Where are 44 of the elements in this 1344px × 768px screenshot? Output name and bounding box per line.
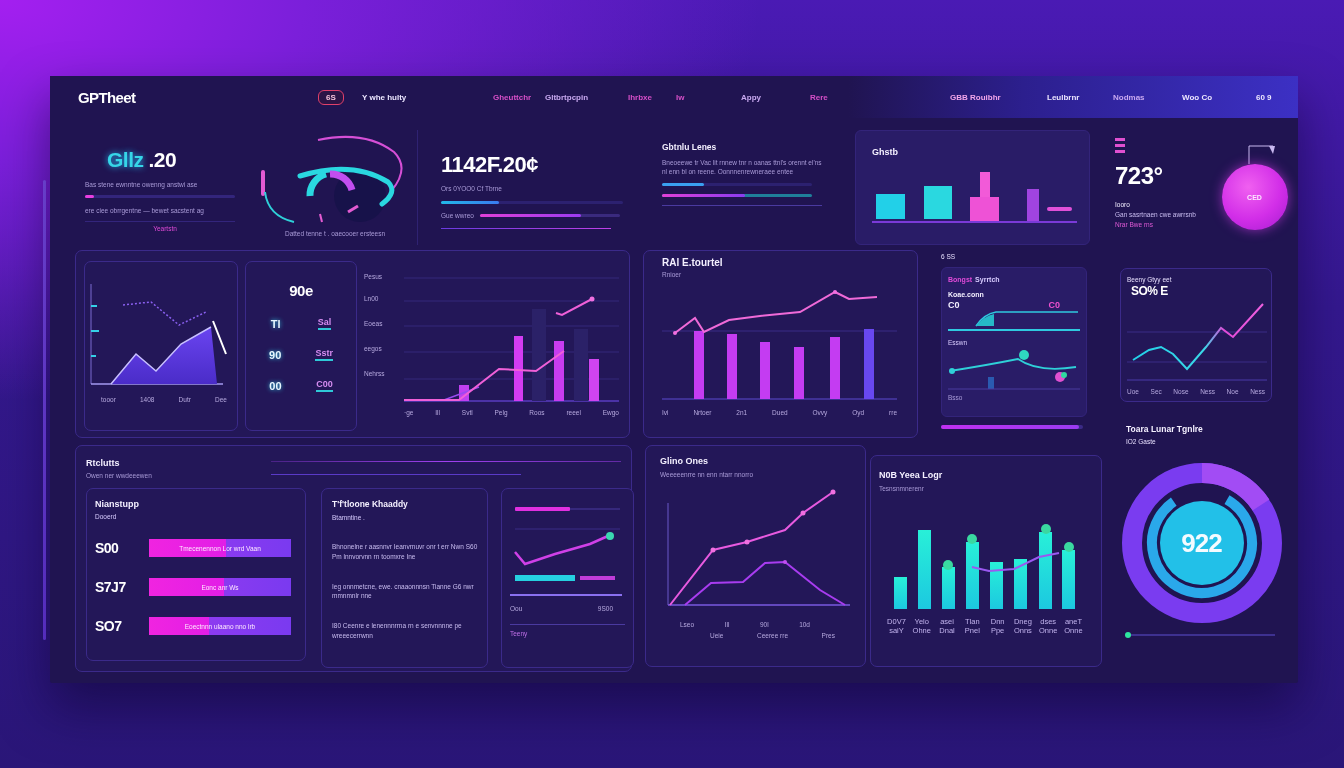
value-prefix: Gllz	[107, 148, 144, 172]
card-title: Glino Ones	[660, 456, 709, 466]
nav-link[interactable]: 60 9	[1256, 92, 1272, 102]
card-title: Gbtnlu Lenes	[662, 142, 718, 152]
stat-key: Tl	[270, 317, 281, 330]
nav-link[interactable]: Iw	[676, 92, 685, 102]
slider-track[interactable]	[1128, 634, 1275, 637]
logo[interactable]: GPTheet	[78, 88, 136, 106]
card-title: RAl E.tourtel	[662, 257, 724, 268]
stat-label: Sal	[317, 317, 332, 330]
stat-label: Sstr	[315, 348, 333, 361]
signal-value: C0	[1048, 300, 1060, 311]
nav-link[interactable]: Gheuttchr	[493, 92, 532, 102]
row-value: S00	[95, 540, 120, 557]
stat-value: 723°	[1115, 162, 1164, 190]
section-title: Toara Lunar Tgnlre	[1126, 424, 1204, 434]
nav-link[interactable]: Nodmas	[1113, 92, 1145, 102]
signal-value: C0	[948, 300, 960, 311]
stack-icon	[1115, 138, 1125, 154]
stat-value: SO% E	[1131, 284, 1169, 299]
card-title: Ghstb	[872, 147, 899, 157]
stat-key: 90	[269, 348, 282, 361]
nav-pill[interactable]: 6S	[318, 89, 344, 105]
card-title: T'f'tloone Khaaddy	[332, 499, 409, 510]
stat-key: 00	[269, 379, 282, 392]
stat-value: 1142F.20¢	[441, 152, 540, 178]
nav-link[interactable]: Y whe hulty	[362, 92, 407, 102]
section-title: Rtclutts	[86, 458, 121, 468]
nav-link[interactable]: Woo Co	[1182, 92, 1213, 102]
nav-link[interactable]: Ihrbxe	[628, 92, 652, 102]
nav-link[interactable]: Appy	[741, 92, 761, 102]
nav-link[interactable]: GBB Rouibhr	[950, 92, 1001, 102]
slider-thumb[interactable]	[1125, 632, 1131, 639]
stat-value: .20	[148, 148, 177, 172]
gauge-value: 922	[1181, 527, 1222, 559]
stat-label: C00	[316, 379, 333, 392]
row-value: SO7	[95, 618, 123, 635]
stat-value: 90e	[289, 282, 313, 299]
card-title: N0B Yeea Logr	[879, 470, 944, 480]
nav-link[interactable]: Gltbrtpcpin	[545, 92, 589, 102]
nav-link[interactable]: Leulbrnr	[1047, 92, 1080, 102]
row-value: S7J7	[95, 579, 127, 596]
nav-link[interactable]: Rere	[810, 92, 828, 102]
card-title: Nianstupp	[95, 499, 140, 510]
